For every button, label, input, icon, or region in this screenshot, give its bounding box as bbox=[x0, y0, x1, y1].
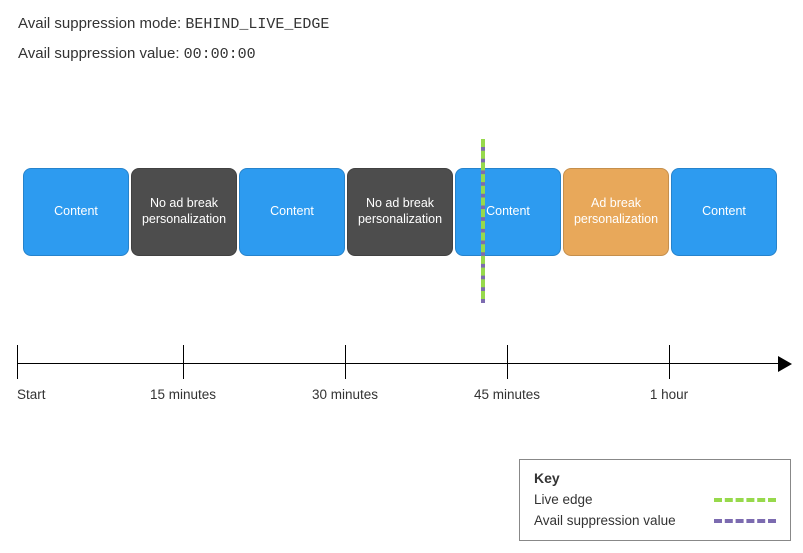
axis-tick-label: Start bbox=[17, 387, 46, 402]
axis-arrow-icon bbox=[778, 356, 792, 372]
value-value: 00:00:00 bbox=[184, 46, 256, 63]
legend-swatch-live-edge bbox=[714, 498, 776, 502]
timeline-block-label: Content bbox=[486, 204, 530, 220]
timeline-block: Content bbox=[455, 168, 561, 256]
live-edge-marker bbox=[481, 139, 485, 299]
timeline-block: Content bbox=[671, 168, 777, 256]
timeline-block-label: No ad break personalization bbox=[142, 196, 226, 227]
axis-tick bbox=[17, 345, 18, 379]
timeline-block: Content bbox=[239, 168, 345, 256]
value-label: Avail suppression value: bbox=[18, 45, 184, 62]
axis-tick bbox=[507, 345, 508, 379]
mode-label: Avail suppression mode: bbox=[18, 15, 185, 32]
axis-tick-label: 45 minutes bbox=[474, 387, 540, 402]
timeline-block-label: Content bbox=[270, 204, 314, 220]
axis-tick bbox=[669, 345, 670, 379]
legend-box: Key Live edge Avail suppression value bbox=[519, 459, 791, 541]
time-axis: Start 15 minutes 30 minutes 45 minutes 1 hou… bbox=[11, 345, 792, 405]
timeline-block: No ad break personalization bbox=[347, 168, 453, 256]
legend-row-avail-value: Avail suppression value bbox=[534, 513, 776, 528]
mode-value: BEHIND_LIVE_EDGE bbox=[185, 16, 329, 33]
timeline-block-label: No ad break personalization bbox=[358, 196, 442, 227]
timeline-block-label: Content bbox=[54, 204, 98, 220]
legend-swatch-avail-value bbox=[714, 519, 776, 523]
axis-tick-label: 1 hour bbox=[650, 387, 688, 402]
legend-title: Key bbox=[534, 470, 776, 486]
axis-tick bbox=[183, 345, 184, 379]
diagram-header: Avail suppression mode: BEHIND_LIVE_EDGE… bbox=[0, 0, 803, 69]
axis-tick bbox=[345, 345, 346, 379]
timeline-block-label: Ad break personalization bbox=[574, 196, 658, 227]
legend-row-live-edge: Live edge bbox=[534, 492, 776, 507]
timeline-block: No ad break personalization bbox=[131, 168, 237, 256]
axis-tick-label: 30 minutes bbox=[312, 387, 378, 402]
timeline-block: Content bbox=[23, 168, 129, 256]
legend-label-avail-value: Avail suppression value bbox=[534, 513, 676, 528]
value-line: Avail suppression value: 00:00:00 bbox=[18, 40, 785, 70]
mode-line: Avail suppression mode: BEHIND_LIVE_EDGE bbox=[18, 10, 785, 40]
timeline-block-label: Content bbox=[702, 204, 746, 220]
timeline-block: Ad break personalization bbox=[563, 168, 669, 256]
legend-label-live-edge: Live edge bbox=[534, 492, 593, 507]
timeline: Content No ad break personalization Conten… bbox=[23, 168, 780, 256]
axis-line bbox=[17, 363, 778, 364]
axis-tick-label: 15 minutes bbox=[150, 387, 216, 402]
